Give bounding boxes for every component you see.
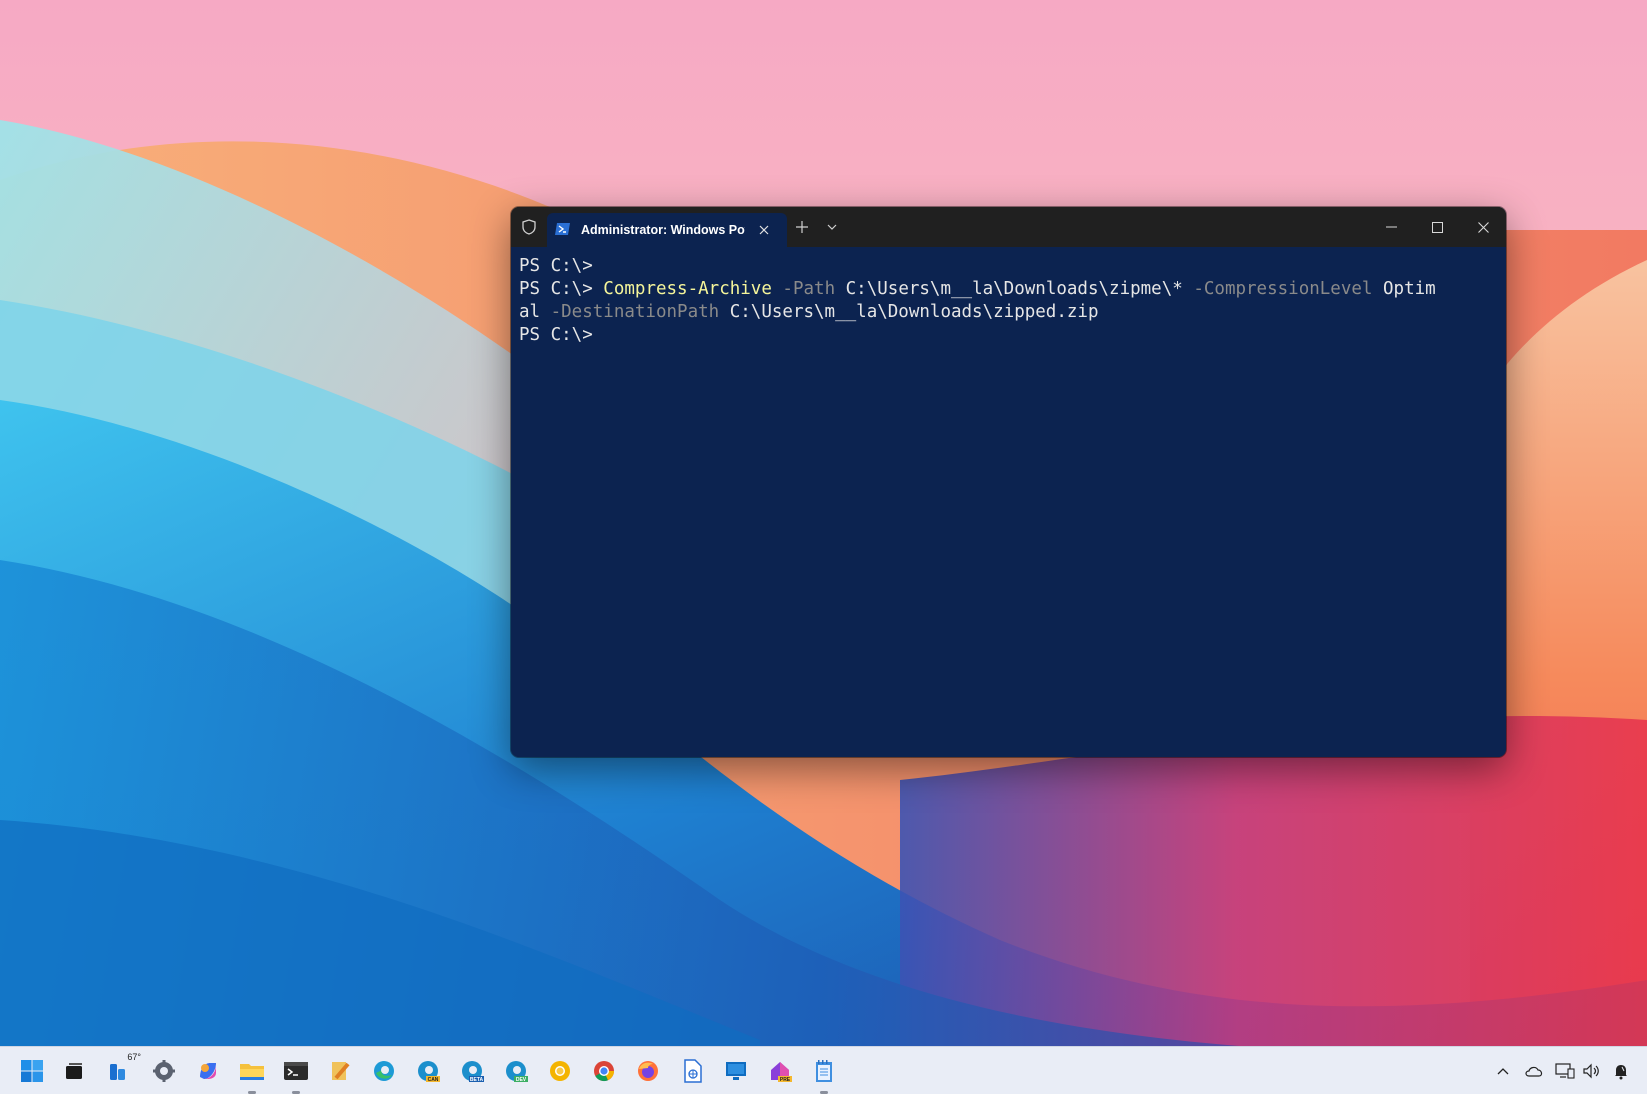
tab-powershell[interactable]: Administrator: Windows Powe (547, 213, 787, 247)
task-view-icon[interactable] (58, 1055, 90, 1087)
edge-canary-icon[interactable]: CAN (412, 1055, 444, 1087)
console-line: PS C:\> (519, 255, 1498, 278)
svg-text:CAN: CAN (428, 1077, 439, 1083)
edge-dev-icon[interactable]: DEV (500, 1055, 532, 1087)
powershell-icon (555, 221, 571, 240)
terminal-icon[interactable] (280, 1055, 312, 1094)
edge-beta-icon[interactable]: BETA (456, 1055, 488, 1087)
svg-text:PRE: PRE (780, 1077, 791, 1083)
console-prompt: PS C:\> (519, 279, 604, 299)
settings-icon[interactable] (148, 1055, 180, 1087)
chevron-up-icon[interactable] (1491, 1059, 1515, 1083)
console-output[interactable]: PS C:\> PS C:\> Compress-Archive -Path C… (511, 247, 1506, 757)
weather-temperature: 67° (126, 1052, 142, 1062)
minimize-button[interactable] (1368, 207, 1414, 247)
word-document-icon[interactable] (676, 1055, 708, 1087)
console-parameter: -Path (782, 279, 836, 299)
taskbar: 67° CAN BETA DEV PRE (0, 1046, 1647, 1094)
notepad-plus-icon[interactable] (324, 1055, 356, 1087)
console-line: PS C:\> (519, 324, 1498, 347)
tab-close-icon[interactable] (755, 221, 773, 239)
svg-text:BETA: BETA (470, 1077, 484, 1083)
console-prompt: PS C:\> (519, 256, 604, 276)
terminal-titlebar[interactable]: Administrator: Windows Powe (511, 207, 1506, 247)
console-text: Optim (1372, 279, 1436, 299)
console-text: C:\Users\m__la\Downloads\zipped.zip (719, 302, 1099, 322)
desktop-wallpaper: Administrator: Windows Powe PS C:\> PS C… (0, 0, 1647, 1094)
chrome-canary-icon[interactable] (544, 1055, 576, 1087)
volume-icon[interactable] (1580, 1059, 1604, 1083)
firefox-icon[interactable] (632, 1055, 664, 1087)
tab-dropdown-chevron-icon[interactable] (817, 207, 847, 247)
console-text: al (519, 302, 551, 322)
onedrive-icon[interactable] (1522, 1059, 1546, 1083)
maximize-button[interactable] (1414, 207, 1460, 247)
start-icon[interactable] (16, 1055, 48, 1087)
network-icon[interactable] (1553, 1059, 1577, 1083)
file-explorer-icon[interactable] (236, 1055, 268, 1094)
console-line: PS C:\> Compress-Archive -Path C:\Users\… (519, 278, 1498, 301)
new-tab-button[interactable] (787, 207, 817, 247)
console-prompt: PS C:\> (519, 325, 604, 345)
remote-desktop-icon[interactable] (720, 1055, 752, 1087)
widgets-weather-icon[interactable]: 67° (104, 1052, 142, 1087)
chrome-icon[interactable] (588, 1055, 620, 1087)
console-command: Compress-Archive (603, 279, 772, 299)
console-line: al -DestinationPath C:\Users\m__la\Downl… (519, 301, 1498, 324)
console-text: C:\Users\m__la\Downloads\zipme\* (835, 279, 1194, 299)
tab-title: Administrator: Windows Powe (581, 223, 745, 237)
admin-shield-icon (511, 207, 547, 247)
close-button[interactable] (1460, 207, 1506, 247)
notepad-icon[interactable] (808, 1055, 840, 1094)
console-parameter: -DestinationPath (550, 302, 720, 322)
edge-icon[interactable] (368, 1055, 400, 1087)
notification-bell-icon[interactable] (1609, 1059, 1633, 1083)
terminal-window[interactable]: Administrator: Windows Powe PS C:\> PS C… (511, 207, 1506, 757)
console-parameter: -CompressionLevel (1193, 279, 1373, 299)
copilot-icon[interactable] (192, 1055, 224, 1087)
dev-home-icon[interactable]: PRE (764, 1055, 796, 1087)
svg-text:DEV: DEV (516, 1077, 527, 1083)
